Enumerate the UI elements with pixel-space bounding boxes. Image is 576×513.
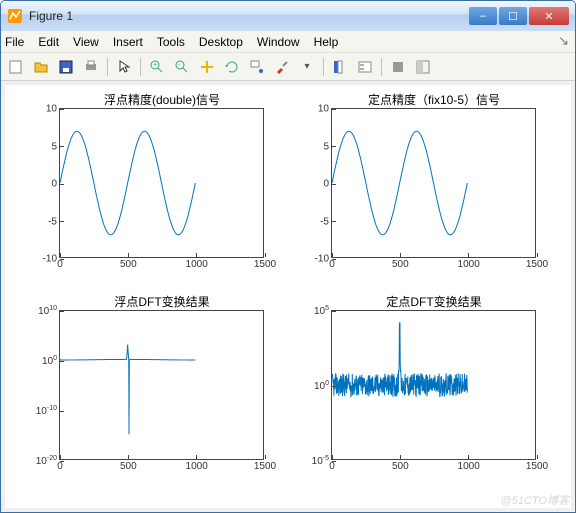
- x-tick-label: 0: [329, 461, 335, 472]
- zoom-out-icon[interactable]: -: [171, 56, 193, 78]
- window-title: Figure 1: [29, 9, 469, 23]
- x-tick-label: 500: [120, 461, 137, 472]
- maximize-button[interactable]: ☐: [499, 7, 527, 25]
- menu-view[interactable]: View: [73, 35, 99, 49]
- axes-title-3: 浮点DFT变换结果: [53, 293, 271, 310]
- subplot-2: 定点精度（fix10-5）信号 050010001500-10-50510: [325, 91, 543, 258]
- y-tick-label: 10-5: [312, 455, 329, 467]
- y-tick-label: 10-10: [36, 405, 57, 417]
- axes-4[interactable]: 05001000150010-5100105: [331, 310, 536, 460]
- rotate-icon[interactable]: [221, 56, 243, 78]
- pan-icon[interactable]: [196, 56, 218, 78]
- x-tick-label: 1000: [458, 461, 480, 472]
- y-tick-label: 100: [314, 380, 329, 392]
- x-tick-label: 1000: [458, 259, 480, 270]
- plot-grid: 浮点精度(double)信号 050010001500-10-50510 定点精…: [5, 85, 571, 508]
- colorbar-icon[interactable]: [329, 56, 351, 78]
- y-tick-label: 5: [51, 141, 57, 152]
- figure-toolbar: + - ▾: [1, 53, 575, 81]
- menu-file[interactable]: File: [5, 35, 24, 49]
- axes-2[interactable]: 050010001500-10-50510: [331, 108, 536, 258]
- open-icon[interactable]: [30, 56, 52, 78]
- x-tick-label: 0: [57, 461, 63, 472]
- print-icon[interactable]: [80, 56, 102, 78]
- y-tick-label: -10: [43, 254, 57, 265]
- toolbar-separator: [323, 58, 324, 76]
- toolbar-separator: [107, 58, 108, 76]
- x-tick-label: 0: [329, 259, 335, 270]
- y-tick-label: 100: [42, 355, 57, 367]
- y-tick-label: 105: [314, 305, 329, 317]
- menu-bar: File Edit View Insert Tools Desktop Wind…: [1, 31, 575, 53]
- y-tick-label: -5: [48, 216, 57, 227]
- y-tick-label: 10: [46, 104, 57, 115]
- menu-insert[interactable]: Insert: [113, 35, 143, 49]
- svg-text:+: +: [153, 62, 157, 69]
- subplot-4: 定点DFT变换结果 05001000150010-5100105: [325, 293, 543, 460]
- menu-window[interactable]: Window: [257, 35, 300, 49]
- axes-title-2: 定点精度（fix10-5）信号: [325, 91, 543, 108]
- y-tick-label: 0: [51, 179, 57, 190]
- axes-3[interactable]: 05001000150010-2010-101001010: [59, 310, 264, 460]
- x-tick-label: 1500: [526, 461, 548, 472]
- svg-text:-: -: [178, 62, 181, 69]
- line-curve-2: [332, 109, 535, 257]
- menu-tools[interactable]: Tools: [157, 35, 185, 49]
- menu-help[interactable]: Help: [314, 35, 339, 49]
- toolbar-separator: [140, 58, 141, 76]
- line-curve-1: [60, 109, 263, 257]
- x-tick-label: 1500: [254, 461, 276, 472]
- watermark-text: @51CTO博客: [501, 492, 569, 508]
- x-tick-label: 500: [392, 259, 409, 270]
- line-curve-3: [60, 311, 263, 459]
- menu-edit[interactable]: Edit: [38, 35, 59, 49]
- y-tick-label: 0: [323, 179, 329, 190]
- window-buttons: – ☐ ✕: [469, 7, 569, 25]
- zoom-in-icon[interactable]: +: [146, 56, 168, 78]
- x-tick-label: 500: [120, 259, 137, 270]
- link-icon[interactable]: ▾: [296, 56, 318, 78]
- new-figure-icon[interactable]: [5, 56, 27, 78]
- x-tick-label: 1000: [186, 259, 208, 270]
- save-icon[interactable]: [55, 56, 77, 78]
- line-curve-4: [332, 311, 535, 459]
- x-tick-label: 500: [392, 461, 409, 472]
- x-tick-label: 1500: [254, 259, 276, 270]
- datatip-icon[interactable]: [246, 56, 268, 78]
- x-tick-label: 0: [57, 259, 63, 270]
- figure-content: 浮点精度(double)信号 050010001500-10-50510 定点精…: [1, 81, 575, 512]
- title-bar[interactable]: Figure 1 – ☐ ✕: [1, 1, 575, 31]
- axes-title-4: 定点DFT变换结果: [325, 293, 543, 310]
- hide-tools-icon[interactable]: [387, 56, 409, 78]
- dock-curl-icon[interactable]: ↘: [558, 33, 569, 49]
- y-tick-label: 5: [323, 141, 329, 152]
- y-tick-label: -5: [320, 216, 329, 227]
- subplot-1: 浮点精度(double)信号 050010001500-10-50510: [53, 91, 271, 258]
- pointer-icon[interactable]: [113, 56, 135, 78]
- figure-window: Figure 1 – ☐ ✕ File Edit View Insert Too…: [0, 0, 576, 513]
- y-tick-label: 1010: [38, 305, 57, 317]
- matlab-figure-icon: [7, 8, 23, 24]
- toolbar-separator: [381, 58, 382, 76]
- menu-desktop[interactable]: Desktop: [199, 35, 243, 49]
- legend-icon[interactable]: [354, 56, 376, 78]
- subplot-3: 浮点DFT变换结果 05001000150010-2010-101001010: [53, 293, 271, 460]
- minimize-button[interactable]: –: [469, 7, 497, 25]
- y-tick-label: 10-20: [36, 455, 57, 467]
- brush-icon[interactable]: [271, 56, 293, 78]
- y-tick-label: 10: [318, 104, 329, 115]
- y-tick-label: -10: [315, 254, 329, 265]
- axes-title-1: 浮点精度(double)信号: [53, 91, 271, 108]
- x-tick-label: 1500: [526, 259, 548, 270]
- x-tick-label: 1000: [186, 461, 208, 472]
- close-button[interactable]: ✕: [529, 7, 569, 25]
- dock-icon[interactable]: [412, 56, 434, 78]
- axes-1[interactable]: 050010001500-10-50510: [59, 108, 264, 258]
